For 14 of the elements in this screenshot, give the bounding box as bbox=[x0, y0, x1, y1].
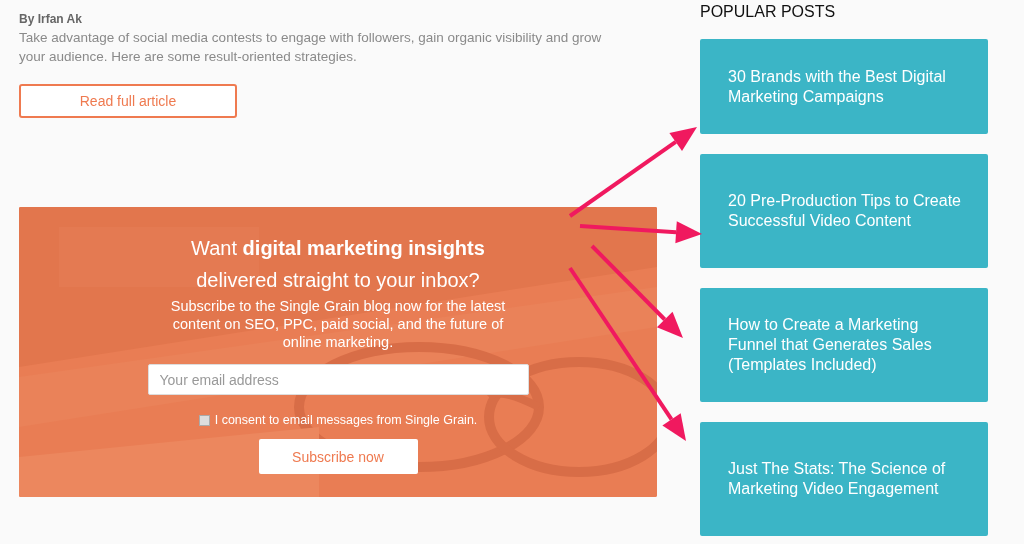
consent-label: I consent to email messages from Single Grain. bbox=[214, 413, 478, 427]
section-title: POPULAR POSTS bbox=[700, 3, 837, 20]
newsletter-description: Subscribe to the Single Grain blog now for the latest content on SEO, PPC, paid social, and the future of online marketing. bbox=[170, 297, 506, 351]
newsletter-heading: Want digital marketing insights delivered straight to your inbox? bbox=[190, 236, 486, 293]
article-excerpt: Take advantage of social media contests to engage with followers, gain organic visibility and grow your audience. Here are some result-oriented strategies. bbox=[19, 29, 603, 66]
post-card[interactable]: 20 Pre-Production Tips to Create Successful Video Content bbox=[700, 154, 988, 268]
subscribe-button[interactable]: Subscribe now bbox=[258, 439, 418, 474]
byline: By Irfan Ak bbox=[19, 12, 83, 26]
post-card[interactable]: 30 Brands with the Best Digital Marketing Campaigns bbox=[700, 39, 988, 134]
email-field[interactable]: Your email address bbox=[147, 364, 529, 395]
post-card[interactable]: How to Create a Marketing Funnel that Generates Sales (Templates Included) bbox=[700, 288, 988, 402]
read-article-button[interactable]: Read full article bbox=[19, 84, 237, 118]
consent-checkbox[interactable] bbox=[198, 414, 210, 426]
post-card[interactable]: Just The Stats: The Science of Marketing Video Engagement bbox=[700, 422, 988, 536]
